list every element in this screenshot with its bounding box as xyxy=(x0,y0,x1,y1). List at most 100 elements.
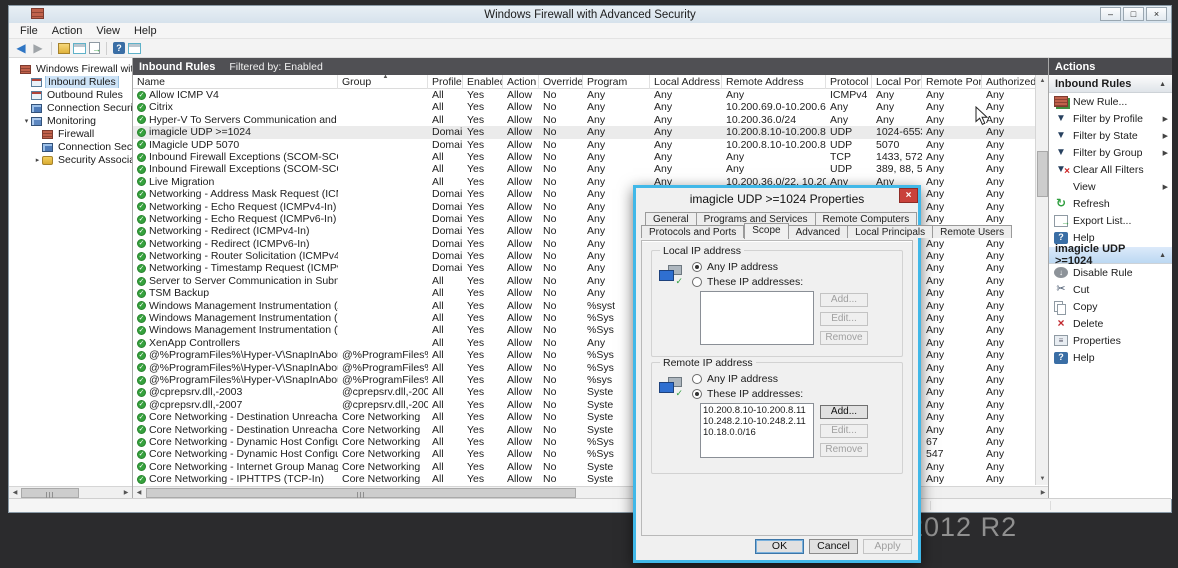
action-item-refresh[interactable]: ↻Refresh xyxy=(1049,195,1172,212)
tree-expander-icon[interactable]: ▸ xyxy=(33,156,42,164)
show-console-tree-icon[interactable] xyxy=(73,43,86,54)
sidebar-item-windows-firewall-with-advanc[interactable]: Windows Firewall with Advanc xyxy=(9,63,132,75)
column-header-authorized-user[interactable]: Authorized User xyxy=(982,75,1036,89)
tab-remote-computers[interactable]: Remote Computers xyxy=(816,212,918,225)
scroll-up-icon[interactable]: ▲ xyxy=(1036,75,1049,87)
column-header-program[interactable]: Program xyxy=(583,75,650,89)
table-row[interactable]: ✓CitrixAllYesAllowNoAnyAny10.200.69.0-10… xyxy=(133,101,1036,113)
actions-section-imagicle-udp-1024[interactable]: imagicle UDP >=1024▲ xyxy=(1049,247,1172,264)
group-label: Local IP address xyxy=(660,245,744,257)
table-row[interactable]: ✓IMagicle UDP 5070Domai...YesAllowNoAnyA… xyxy=(133,139,1036,151)
column-header-protocol[interactable]: Protocol xyxy=(826,75,872,89)
dialog-close-button[interactable]: × xyxy=(899,188,918,203)
column-header-name[interactable]: Name xyxy=(133,75,338,89)
table-row[interactable]: ✓Inbound Firewall Exceptions (SCOM-SCCM-… xyxy=(133,163,1036,175)
scroll-down-icon[interactable]: ▼ xyxy=(1036,473,1049,485)
collapse-icon[interactable]: ▲ xyxy=(1159,252,1166,259)
tab-local-principals[interactable]: Local Principals xyxy=(848,225,933,238)
action-item-export-list[interactable]: Export List... xyxy=(1049,212,1172,229)
forward-icon[interactable]: ▶ xyxy=(31,42,45,55)
sidebar-item-monitoring[interactable]: ▾Monitoring xyxy=(9,115,132,127)
radio-selected-icon[interactable] xyxy=(692,262,702,272)
cancel-button[interactable]: Cancel xyxy=(809,539,858,554)
column-header-local-address[interactable]: Local Address xyxy=(650,75,722,89)
table-row[interactable]: ✓Allow ICMP V4AllYesAllowNoAnyAnyAnyICMP… xyxy=(133,89,1036,101)
sidebar-item-inbound-rules[interactable]: Inbound Rules xyxy=(9,76,132,88)
menu-item-action[interactable]: Action xyxy=(45,24,90,38)
menu-item-view[interactable]: View xyxy=(89,24,127,38)
table-row[interactable]: ✓Hyper-V To Servers Communication and Mo… xyxy=(133,114,1036,126)
tab-scope[interactable]: Scope xyxy=(744,223,788,239)
menu-item-help[interactable]: Help xyxy=(127,24,164,38)
tree-expander-icon[interactable]: ▾ xyxy=(22,117,31,125)
column-header-action[interactable]: Action xyxy=(503,75,539,89)
column-header-enabled[interactable]: Enabled xyxy=(463,75,503,89)
action-item-filter-by-profile[interactable]: ▼Filter by Profile▶ xyxy=(1049,110,1172,127)
table-cell-enabled: Yes xyxy=(463,250,503,262)
action-item-filter-by-group[interactable]: ▼Filter by Group▶ xyxy=(1049,144,1172,161)
action-item-delete[interactable]: ×Delete xyxy=(1049,315,1172,332)
ip-list-item[interactable]: 10.248.2.10-10.248.2.11 xyxy=(703,416,811,427)
tab-advanced[interactable]: Advanced xyxy=(789,225,848,238)
help-icon[interactable]: ? xyxy=(113,42,125,54)
sidebar-item-outbound-rules[interactable]: Outbound Rules xyxy=(9,89,132,101)
action-item-copy[interactable]: Copy xyxy=(1049,298,1172,315)
ip-address-listbox[interactable]: 10.200.8.10-10.200.8.1110.248.2.10-10.24… xyxy=(700,403,814,458)
list-vscrollbar[interactable]: ▲ ▼ xyxy=(1035,75,1048,485)
radio-option-these-ip-addresses[interactable]: These IP addresses: xyxy=(692,276,803,288)
table-row[interactable]: ✓Inbound Firewall Exceptions (SCOM-SCCM-… xyxy=(133,151,1036,163)
sidebar-item-security-associations[interactable]: ▸ Security Associations xyxy=(9,154,132,166)
action-item-cut[interactable]: ✂Cut xyxy=(1049,281,1172,298)
console-window-icon[interactable] xyxy=(128,43,141,54)
sidebar-item-firewall[interactable]: Firewall xyxy=(9,128,132,140)
table-cell-action: Allow xyxy=(503,386,539,398)
window-titlebar[interactable]: Windows Firewall with Advanced Security … xyxy=(9,6,1171,23)
action-item-new-rule[interactable]: New Rule... xyxy=(1049,93,1172,110)
column-header-local-port[interactable]: Local Port xyxy=(872,75,922,89)
close-button[interactable]: × xyxy=(1146,7,1167,21)
table-cell-action: Allow xyxy=(503,188,539,200)
tree-item-label: Security Associations xyxy=(56,154,132,166)
radio-unselected-icon[interactable] xyxy=(692,277,702,287)
menu-item-file[interactable]: File xyxy=(13,24,45,38)
tab-protocols-and-ports[interactable]: Protocols and Ports xyxy=(641,225,744,238)
radio-selected-icon[interactable] xyxy=(692,389,702,399)
table-row[interactable]: ✓imagicle UDP >=1024DomainYesAllowNoAnyA… xyxy=(133,126,1036,138)
action-item-help[interactable]: ?Help xyxy=(1049,349,1172,366)
action-item-filter-by-state[interactable]: ▼Filter by State▶ xyxy=(1049,127,1172,144)
add-button[interactable]: Add... xyxy=(820,405,868,419)
action-item-view[interactable]: View▶ xyxy=(1049,178,1172,195)
collapse-icon[interactable]: ▲ xyxy=(1159,81,1166,88)
radio-option-these-ip-addresses[interactable]: These IP addresses: xyxy=(692,388,803,400)
radio-option-any-ip-address[interactable]: Any IP address xyxy=(692,261,778,273)
column-header-remote-port[interactable]: Remote Port xyxy=(922,75,982,89)
actions-section-inbound-rules[interactable]: Inbound Rules▲ xyxy=(1049,76,1172,93)
action-item-properties[interactable]: ≡Properties xyxy=(1049,332,1172,349)
minimize-button[interactable]: – xyxy=(1100,7,1121,21)
tab-remote-users[interactable]: Remote Users xyxy=(933,225,1012,238)
ip-list-item[interactable]: 10.18.0.0/16 xyxy=(703,427,811,438)
tab-general[interactable]: General xyxy=(645,212,697,225)
back-icon[interactable]: ◀ xyxy=(14,42,28,55)
column-header-override[interactable]: Override xyxy=(539,75,583,89)
radio-unselected-icon[interactable] xyxy=(692,374,702,384)
action-item-clear-all-filters[interactable]: ▼Clear All Filters xyxy=(1049,161,1172,178)
ip-list-item[interactable]: 10.200.8.10-10.200.8.11 xyxy=(703,405,811,416)
table-cell-enabled: Yes xyxy=(463,225,503,237)
radio-option-any-ip-address[interactable]: Any IP address xyxy=(692,373,778,385)
sidebar-item-connection-security-rul[interactable]: Connection Security Rul xyxy=(9,141,132,153)
export-list-icon[interactable] xyxy=(89,42,100,54)
console-root-icon[interactable] xyxy=(58,43,70,54)
maximize-button[interactable]: □ xyxy=(1123,7,1144,21)
column-header-remote-address[interactable]: Remote Address xyxy=(722,75,826,89)
radio-label: These IP addresses: xyxy=(707,388,803,400)
column-header-profile[interactable]: Profile xyxy=(428,75,463,89)
dialog-titlebar[interactable]: imagicle UDP >=1024 Properties xyxy=(636,188,918,209)
column-header-group[interactable]: Group▲ xyxy=(338,75,428,89)
allow-check-icon: ✓ xyxy=(137,190,146,199)
ok-button[interactable]: OK xyxy=(755,539,804,554)
sidebar-item-connection-security-rules[interactable]: Connection Security Rules xyxy=(9,102,132,114)
ip-address-listbox[interactable] xyxy=(700,291,814,345)
icon-spacer xyxy=(1054,180,1068,193)
firewall-icon xyxy=(20,65,31,74)
